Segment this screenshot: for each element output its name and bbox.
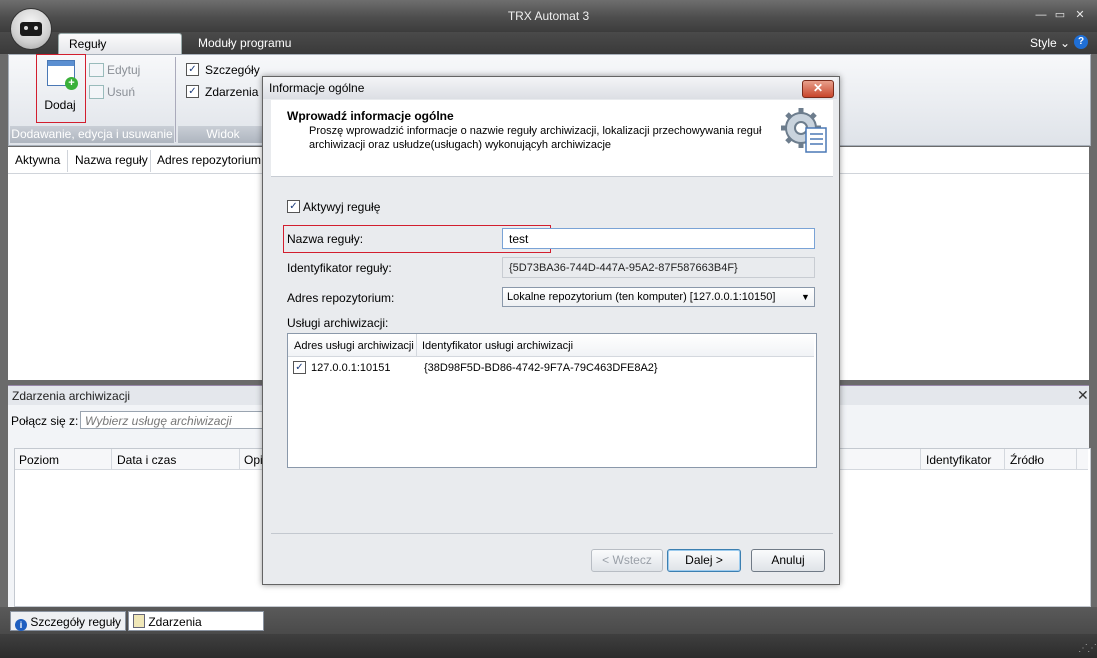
column-service-address[interactable]: Adres usługi archiwizacji [294, 340, 414, 352]
column-separator [111, 449, 112, 469]
status-bar [0, 634, 1097, 658]
style-label: Style [1030, 36, 1057, 50]
window-title: TRX Automat 3 [507, 9, 590, 23]
app-menu-icon[interactable] [10, 8, 52, 50]
column-service-id[interactable]: Identyfikator usługi archiwizacji [422, 340, 573, 352]
group-caption-view: Widok [178, 126, 268, 143]
tab-rule-details-label: Szczegóły reguły [30, 615, 122, 629]
next-button[interactable]: Dalej > [667, 549, 741, 572]
maximize-icon[interactable]: ▭ [1052, 8, 1068, 22]
help-icon[interactable]: ? [1074, 35, 1088, 49]
column-separator [920, 449, 921, 469]
rule-id-label: Identyfikator reguły: [287, 261, 392, 275]
cancel-button[interactable]: Anuluj [751, 549, 825, 572]
column-identifier[interactable]: Identyfikator [926, 453, 991, 467]
edit-button[interactable]: Edytuj [107, 63, 140, 77]
settings-gear-icon [781, 108, 827, 153]
dialog-heading: Wprowadź informacje ogólne [287, 109, 454, 123]
dialog-close-icon[interactable]: ✕ [802, 80, 834, 98]
column-date-time[interactable]: Data i czas [117, 453, 176, 467]
style-menu[interactable]: Style ⌄ [1030, 36, 1070, 50]
tab-program-modules[interactable]: Moduły programu [188, 33, 301, 54]
column-separator [1076, 449, 1077, 469]
view-events-checkbox[interactable]: ✓ [186, 85, 199, 98]
minimize-icon[interactable]: — [1033, 8, 1049, 22]
activate-rule-label: Aktywyj regułę [303, 200, 381, 214]
plus-icon: + [65, 77, 78, 90]
log-icon [133, 614, 145, 628]
dialog-description: Proszę wprowadzić informacje o nazwie re… [309, 125, 762, 151]
edit-icon [89, 63, 104, 77]
delete-icon [89, 85, 104, 99]
column-active[interactable]: Aktywna [15, 153, 60, 167]
resize-grip-icon[interactable]: ⋰⋰ [1078, 643, 1097, 654]
rule-name-input[interactable]: test [502, 228, 815, 249]
back-button[interactable]: < Wstecz [591, 549, 663, 572]
column-separator [239, 449, 240, 469]
chevron-down-icon: ⌄ [1060, 36, 1071, 50]
service-select[interactable]: Wybierz usługę archiwizacji [80, 411, 266, 429]
column-rule-name[interactable]: Nazwa reguły [75, 153, 148, 167]
view-details-label: Szczegóły reguły [205, 63, 263, 77]
tab-rule-details[interactable]: i Szczegóły reguły [10, 611, 126, 631]
events-panel-title: Zdarzenia archiwizacji [12, 389, 131, 403]
repository-label: Adres repozytorium: [287, 291, 395, 305]
column-source[interactable]: Źródło [1010, 453, 1044, 467]
column-separator [150, 150, 151, 172]
service-row-checkbox[interactable]: ✓ [293, 361, 306, 374]
close-icon[interactable]: ✕ [1077, 387, 1089, 404]
column-separator [416, 334, 417, 356]
repository-select[interactable]: Lokalne repozytorium (ten komputer) [127… [502, 287, 815, 307]
view-details-checkbox[interactable]: ✓ [186, 63, 199, 76]
tab-archive-rules[interactable]: Reguły archiwizacji [58, 33, 182, 72]
view-events-label: Zdarzenia archiwizacji [205, 85, 263, 99]
info-icon: i [15, 619, 27, 631]
column-repository-address[interactable]: Adres repozytorium [157, 153, 261, 167]
connect-label: Połącz się z: [11, 414, 79, 428]
service-id-cell: {38D98F5D-BD86-4742-9F7A-79C463DFE8A2} [424, 362, 658, 374]
rule-id-field: {5D73BA36-744D-447A-95A2-87F587663B4F} [502, 257, 815, 278]
services-label: Usługi archiwizacji: [287, 316, 389, 330]
dropdown-arrow-icon[interactable]: ▼ [801, 292, 810, 302]
dialog-divider [271, 533, 833, 534]
group-separator [175, 57, 176, 142]
column-level[interactable]: Poziom [19, 453, 59, 467]
tab-archive-events[interactable]: Zdarzenia archiwizacji [128, 611, 264, 649]
rule-name-label: Nazwa reguły: [287, 232, 364, 246]
add-label: Dodaj [44, 98, 76, 112]
column-separator [67, 150, 68, 172]
dialog-title: Informacje ogólne [269, 81, 365, 95]
close-window-icon[interactable]: ✕ [1072, 8, 1088, 22]
column-separator [1004, 449, 1005, 469]
group-caption-edit: Dodawanie, edycja i usuwanie [10, 126, 174, 143]
service-address-cell: 127.0.0.1:10151 [311, 362, 391, 374]
column-description[interactable]: Opis [244, 453, 262, 467]
activate-rule-checkbox[interactable]: ✓ [287, 200, 300, 213]
delete-button[interactable]: Usuń [107, 85, 135, 99]
